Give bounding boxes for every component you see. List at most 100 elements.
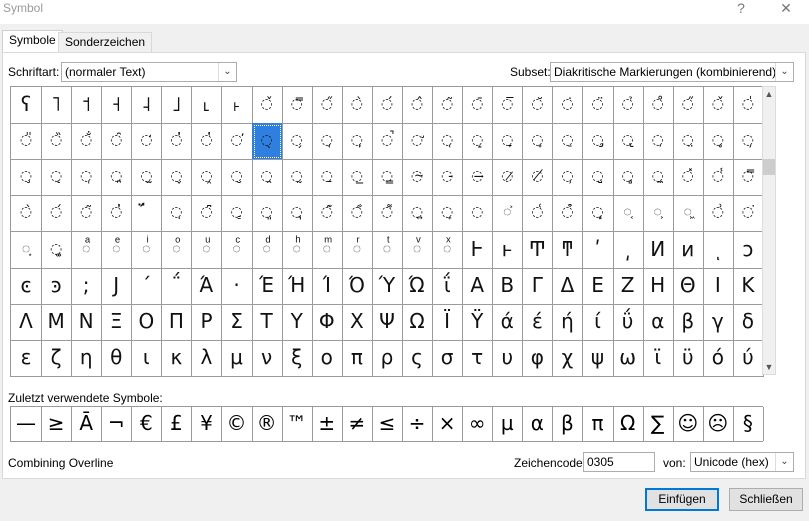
recent-symbol[interactable]: ☺ <box>673 407 704 441</box>
symbol-cell[interactable]: Θ <box>672 267 704 305</box>
symbol-cell[interactable]: Γ <box>522 267 554 305</box>
scroll-down-icon[interactable]: ▼ <box>763 360 775 374</box>
symbol-cell[interactable]: θ <box>101 339 133 377</box>
symbol-cell[interactable]: ◌̐ <box>71 123 103 161</box>
symbol-cell[interactable]: ϋ <box>672 339 704 377</box>
recent-symbol[interactable]: ™ <box>282 407 313 441</box>
recent-symbol[interactable]: ÷ <box>402 407 434 441</box>
symbol-cell[interactable]: ◌͖ <box>672 195 704 233</box>
symbol-cell[interactable]: ◌ͨ <box>221 231 253 269</box>
symbol-cell[interactable]: ; <box>71 267 103 305</box>
symbol-cell[interactable]: ◌̦ <box>732 123 764 161</box>
symbol-cell[interactable]: ◌̇ <box>552 87 584 124</box>
symbol-cell[interactable]: ◌̯ <box>251 159 283 197</box>
recent-symbol[interactable]: × <box>432 407 464 441</box>
symbol-cell[interactable]: ◌̒ <box>131 123 163 161</box>
encoding-select[interactable]: Unicode (hex) ⌄ <box>690 452 794 472</box>
symbol-cell[interactable]: Χ <box>341 303 373 341</box>
symbol-cell[interactable]: ◌͒ <box>552 195 584 233</box>
symbol-cell[interactable]: ◌̜ <box>432 123 464 161</box>
symbol-cell[interactable]: ◌̋ <box>311 87 343 124</box>
symbol-cell[interactable]: ◌̡ <box>582 123 614 161</box>
symbol-cell[interactable]: ◌̎ <box>11 123 42 161</box>
symbol-cell[interactable]: Ρ <box>191 303 223 341</box>
symbol-cell[interactable]: Υ <box>281 303 313 341</box>
symbol-cell[interactable]: ◌͚ <box>41 231 73 269</box>
symbol-cell[interactable]: ◌ͯ <box>432 231 464 269</box>
recent-symbol[interactable]: ® <box>252 407 283 441</box>
symbol-cell[interactable]: β <box>672 303 704 341</box>
tab-sonderzeichen[interactable]: Sonderzeichen <box>58 32 153 52</box>
symbol-cell[interactable]: ̈́ <box>131 195 163 233</box>
symbol-cell[interactable]: ΐ <box>432 267 464 305</box>
symbol-cell[interactable]: Π <box>161 303 193 341</box>
symbol-cell[interactable]: Ά <box>191 267 223 305</box>
symbol-cell[interactable]: ◌̬ <box>161 159 193 197</box>
symbol-cell[interactable]: ◌̉ <box>612 87 644 124</box>
symbol-cell[interactable]: τ <box>462 339 494 377</box>
scroll-thumb[interactable] <box>763 159 775 175</box>
recent-symbol[interactable]: § <box>733 407 764 441</box>
symbol-cell[interactable]: ◌̏ <box>41 123 73 161</box>
symbol-cell[interactable]: ◌̞ <box>492 123 524 161</box>
symbol-cell[interactable]: ͻ <box>732 231 764 269</box>
symbol-cell[interactable]: ◌̱ <box>311 159 343 197</box>
recent-symbol[interactable]: — <box>11 407 42 441</box>
symbol-cell[interactable]: ◌̻ <box>612 159 644 197</box>
symbol-cell[interactable]: ◌̤ <box>672 123 704 161</box>
recent-symbol[interactable]: ∞ <box>462 407 494 441</box>
symbol-cell[interactable]: ω <box>612 339 644 377</box>
subset-select[interactable]: Diakritische Markierungen (kombinierend)… <box>550 62 794 82</box>
close-window-button[interactable]: ✕ <box>772 0 800 18</box>
symbol-cell[interactable]: ν <box>251 339 283 377</box>
symbol-cell[interactable]: ◌͓ <box>582 195 614 233</box>
symbol-cell[interactable]: ρ <box>371 339 403 377</box>
symbol-cell[interactable]: ◌͍ <box>402 195 434 233</box>
symbol-cell[interactable]: ◌͋ <box>341 195 373 233</box>
symbol-cell[interactable]: ʹ <box>582 231 614 269</box>
symbol-cell[interactable]: ◌̂ <box>402 87 434 124</box>
help-button[interactable]: ? <box>727 0 755 18</box>
symbol-cell[interactable]: ˪ <box>191 87 223 124</box>
symbol-cell[interactable]: ◌͊ <box>311 195 343 233</box>
symbol-cell[interactable]: ◌ͮ <box>402 231 434 269</box>
recent-symbol[interactable]: ± <box>312 407 343 441</box>
symbol-cell[interactable]: Ξ <box>101 303 133 341</box>
symbol-cell[interactable]: Η <box>642 267 674 305</box>
symbol-cell[interactable]: ◌̓ <box>161 123 193 161</box>
symbol-cell[interactable]: ◌̗ <box>281 123 313 161</box>
symbol-cell[interactable]: Ω <box>402 303 434 341</box>
symbol-cell[interactable]: ◌̳ <box>371 159 403 197</box>
symbol-cell[interactable]: έ <box>522 303 554 341</box>
symbol-cell[interactable]: ο <box>311 339 343 377</box>
symbol-cell[interactable]: ◌͆ <box>191 195 223 233</box>
symbol-cell[interactable]: ◌̝ <box>462 123 494 161</box>
symbol-cell[interactable]: ◌͉ <box>281 195 313 233</box>
symbol-cell[interactable]: ◌̸ <box>522 159 554 197</box>
symbol-cell[interactable]: ◌͘ <box>732 195 764 233</box>
symbol-cell[interactable]: ◌̍ <box>732 87 764 124</box>
symbol-cell[interactable]: · <box>221 267 253 305</box>
symbol-cell[interactable]: η <box>71 339 103 377</box>
symbol-cell[interactable]: ◌̑ <box>101 123 133 161</box>
symbol-cell[interactable]: ◌̮ <box>221 159 253 197</box>
symbol-cell[interactable]: ◌̅ <box>492 87 524 124</box>
symbol-cell[interactable]: ◌̌ <box>251 87 283 124</box>
symbol-cell[interactable]: ◌ͩ <box>251 231 283 269</box>
symbol-cell[interactable]: ◌ͭ <box>371 231 403 269</box>
symbol-cell[interactable]: ◌̌ <box>702 87 734 124</box>
symbol-cell[interactable]: υ <box>492 339 524 377</box>
symbol-cell[interactable]: ΅ <box>161 267 193 305</box>
symbol-cell[interactable]: ι <box>131 339 163 377</box>
symbol-cell[interactable]: ◌̩ <box>71 159 103 197</box>
symbol-cell[interactable]: ◌ͣ <box>71 231 103 269</box>
recent-symbols[interactable]: — ≥ Ā ¬ € £ ¥ © ® ™ ± ≠ ≤ ÷ × ∞ µ α β π Ω ∑ ☺ ☹ § <box>10 406 764 442</box>
recent-symbol[interactable]: ≤ <box>372 407 403 441</box>
symbol-cell[interactable]: π <box>341 339 373 377</box>
symbol-cell[interactable]: ◌̊ <box>642 87 674 124</box>
symbol-cell[interactable]: ή <box>552 303 584 341</box>
recent-symbol[interactable]: ¬ <box>101 407 133 441</box>
symbol-cell[interactable]: Ͱ <box>462 231 494 269</box>
recent-symbol[interactable]: ≥ <box>41 407 73 441</box>
symbol-cell[interactable]: Ί <box>311 267 343 305</box>
